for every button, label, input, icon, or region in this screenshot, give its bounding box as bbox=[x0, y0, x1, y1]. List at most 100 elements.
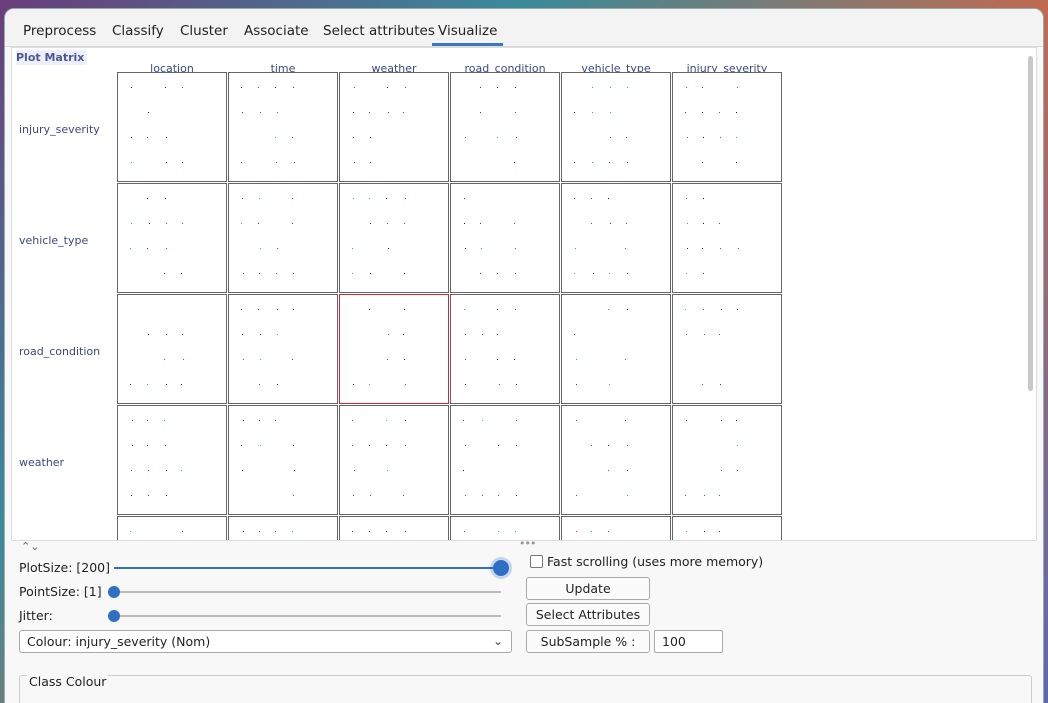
row-header-road-condition: road_condition bbox=[19, 345, 101, 358]
data-point bbox=[703, 273, 704, 274]
subsample-input[interactable]: 100 bbox=[654, 630, 723, 653]
data-point bbox=[165, 445, 166, 446]
tab-classify[interactable]: Classify bbox=[106, 16, 170, 46]
data-point bbox=[574, 334, 575, 335]
data-point bbox=[736, 162, 737, 163]
scatter-cell[interactable] bbox=[228, 183, 338, 293]
vertical-scrollbar[interactable] bbox=[1028, 56, 1033, 391]
scatter-cell[interactable] bbox=[117, 516, 227, 540]
data-point bbox=[591, 445, 592, 446]
data-point bbox=[277, 309, 278, 310]
data-point bbox=[260, 248, 261, 249]
colour-select[interactable]: Colour: injury_severity (Nom) ⌄ bbox=[19, 630, 512, 653]
data-point bbox=[352, 248, 353, 249]
scatter-cell[interactable] bbox=[339, 516, 449, 540]
scatter-cell[interactable] bbox=[672, 516, 782, 540]
data-point bbox=[353, 137, 354, 138]
data-point bbox=[388, 248, 389, 249]
data-point bbox=[166, 248, 167, 249]
scatter-cell[interactable] bbox=[117, 72, 227, 182]
scatter-cell[interactable] bbox=[117, 405, 227, 515]
data-point bbox=[131, 137, 132, 138]
scatter-cell[interactable] bbox=[228, 516, 338, 540]
data-point bbox=[354, 470, 355, 471]
scatter-cell[interactable] bbox=[339, 183, 449, 293]
tab-select-attributes[interactable]: Select attributes bbox=[317, 16, 441, 46]
plotsize-slider-thumb[interactable] bbox=[493, 560, 509, 576]
scatter-cell[interactable] bbox=[228, 405, 338, 515]
tab-cluster[interactable]: Cluster bbox=[174, 16, 234, 46]
data-point bbox=[592, 162, 593, 163]
data-point bbox=[166, 137, 167, 138]
data-point bbox=[516, 420, 517, 421]
scatter-cell[interactable] bbox=[339, 405, 449, 515]
scatter-cell[interactable] bbox=[228, 72, 338, 182]
data-point bbox=[702, 248, 703, 249]
subsample-button[interactable]: SubSample % : bbox=[526, 630, 650, 653]
scatter-cell[interactable] bbox=[450, 294, 560, 404]
data-point bbox=[370, 162, 371, 163]
scatter-cell[interactable] bbox=[672, 294, 782, 404]
scatter-cell[interactable] bbox=[339, 294, 449, 404]
select-attributes-button[interactable]: Select Attributes bbox=[526, 603, 650, 626]
data-point bbox=[685, 309, 686, 310]
scatter-cell[interactable] bbox=[450, 516, 560, 540]
fast-scrolling-checkbox[interactable] bbox=[530, 555, 543, 568]
data-point bbox=[182, 87, 183, 88]
scatter-cell[interactable] bbox=[339, 72, 449, 182]
splitter-grip-icon[interactable]: ••• bbox=[519, 537, 536, 550]
data-point bbox=[497, 334, 498, 335]
tab-preprocess[interactable]: Preprocess bbox=[17, 16, 102, 46]
data-point bbox=[352, 420, 353, 421]
data-point bbox=[148, 470, 149, 471]
data-point bbox=[497, 359, 498, 360]
collapse-arrows-icon[interactable]: ⌃⌄ bbox=[21, 540, 39, 553]
data-point bbox=[292, 137, 293, 138]
scatter-cell[interactable] bbox=[561, 405, 671, 515]
data-point bbox=[703, 137, 704, 138]
scatter-cell[interactable] bbox=[561, 516, 671, 540]
data-point bbox=[130, 248, 131, 249]
data-point bbox=[293, 495, 294, 496]
splitter[interactable]: ⌃⌄ ••• bbox=[15, 537, 1043, 553]
data-point bbox=[405, 420, 406, 421]
pointsize-slider-thumb[interactable] bbox=[108, 586, 120, 598]
data-point bbox=[719, 531, 720, 532]
scatter-cell[interactable] bbox=[561, 72, 671, 182]
data-point bbox=[514, 359, 515, 360]
data-point bbox=[242, 112, 243, 113]
scatter-cell[interactable] bbox=[450, 183, 560, 293]
data-point bbox=[592, 112, 593, 113]
scatter-cell[interactable] bbox=[450, 72, 560, 182]
scatter-cell[interactable] bbox=[561, 183, 671, 293]
pointsize-slider-track[interactable] bbox=[114, 591, 501, 593]
data-point bbox=[405, 87, 406, 88]
scatter-cell[interactable] bbox=[672, 72, 782, 182]
data-point bbox=[386, 445, 387, 446]
data-point bbox=[182, 223, 183, 224]
scatter-cell[interactable] bbox=[672, 405, 782, 515]
data-point bbox=[147, 248, 148, 249]
scatter-cell[interactable] bbox=[117, 294, 227, 404]
data-point bbox=[482, 495, 483, 496]
data-point bbox=[720, 248, 721, 249]
data-point bbox=[181, 384, 182, 385]
scatter-cell[interactable] bbox=[672, 183, 782, 293]
scatter-cell[interactable] bbox=[228, 294, 338, 404]
jitter-slider-thumb[interactable] bbox=[108, 610, 120, 622]
data-point bbox=[277, 334, 278, 335]
data-point bbox=[148, 495, 149, 496]
data-point bbox=[687, 137, 688, 138]
tab-bar: Preprocess Classify Cluster Associate Se… bbox=[5, 9, 1043, 47]
update-button[interactable]: Update bbox=[526, 577, 650, 600]
scatter-cell[interactable] bbox=[561, 294, 671, 404]
data-point bbox=[465, 137, 466, 138]
tab-associate[interactable]: Associate bbox=[238, 16, 315, 46]
scatter-cell[interactable] bbox=[117, 183, 227, 293]
jitter-slider-track[interactable] bbox=[114, 615, 501, 617]
scatter-cell[interactable] bbox=[450, 405, 560, 515]
tab-visualize[interactable]: Visualize bbox=[432, 16, 504, 46]
data-point bbox=[405, 531, 406, 532]
data-point bbox=[258, 309, 259, 310]
data-point bbox=[131, 495, 132, 496]
